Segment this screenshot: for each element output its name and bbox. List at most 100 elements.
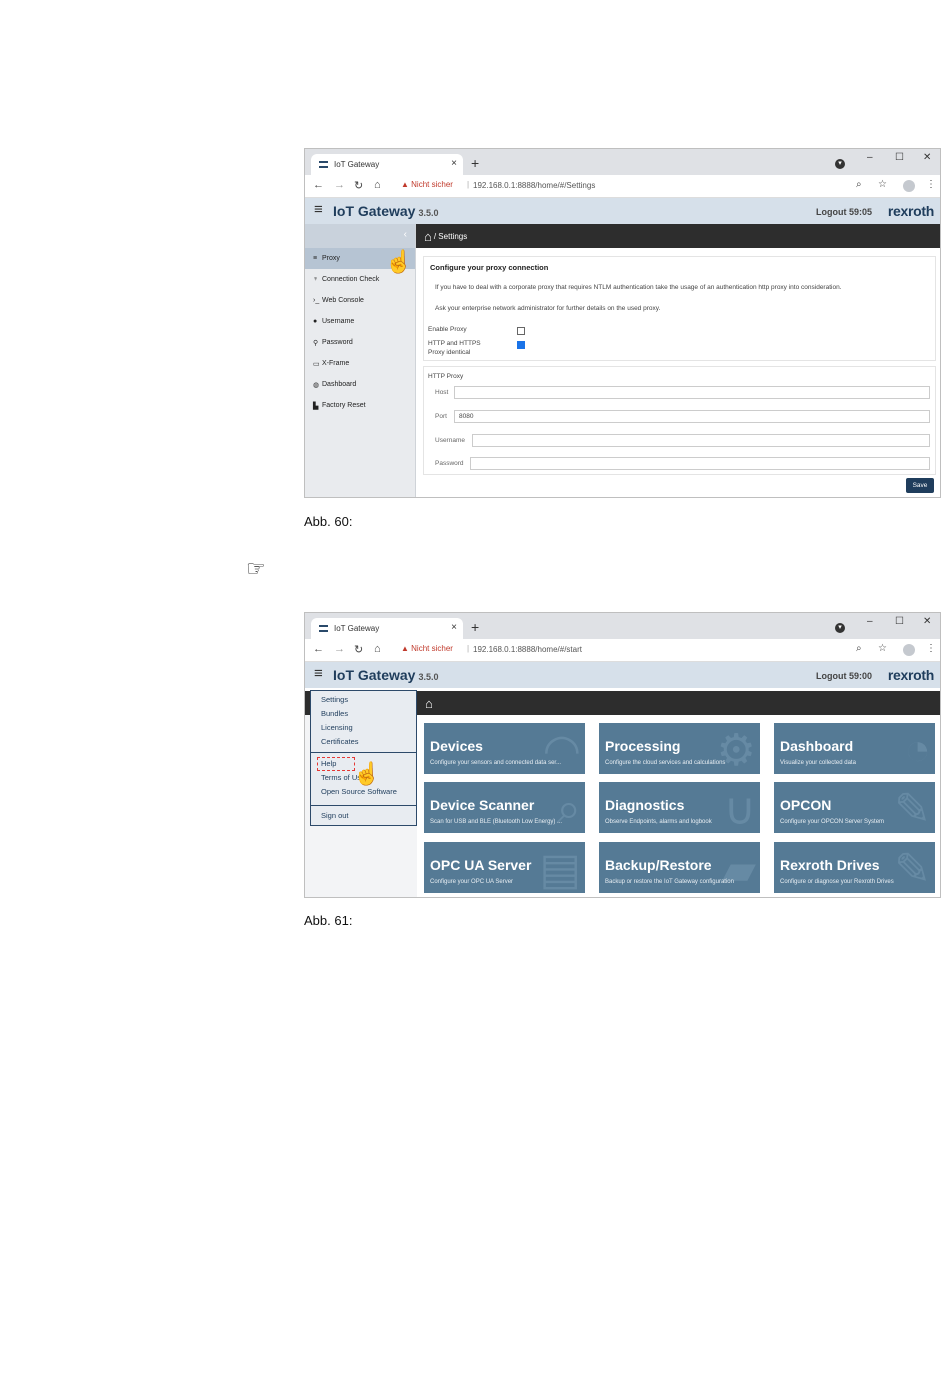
url-text[interactable]: 192.168.0.1:8888/home/#/start <box>473 645 582 654</box>
menu-item-sign-out[interactable]: Sign out <box>311 809 416 823</box>
profile-menu-icon[interactable]: ▾ <box>835 623 845 633</box>
reload-icon[interactable]: ↻ <box>354 643 363 656</box>
menu-item-help[interactable]: Help <box>317 757 355 771</box>
port-input[interactable]: 8080 <box>454 410 930 423</box>
sidebar-item-label: X-Frame <box>322 360 350 367</box>
breadcrumb: ⌂ / Settings <box>416 224 940 248</box>
minimize-icon[interactable]: – <box>867 616 873 627</box>
menu-item-certificates[interactable]: Certificates <box>311 735 416 749</box>
sidebar-item-password[interactable]: ⚲ Password <box>305 332 415 353</box>
hamburger-menu-icon[interactable]: ≡ <box>314 665 323 682</box>
home-icon[interactable]: ⌂ <box>374 643 381 655</box>
back-icon[interactable]: ← <box>313 643 324 655</box>
tile-description: Visualize your collected data <box>780 760 856 766</box>
password-input[interactable] <box>470 457 930 470</box>
main-menu-dropdown: Settings Bundles Licensing Certificates … <box>310 690 417 826</box>
tile-processing[interactable]: ⚙ Processing Configure the cloud services … <box>599 723 760 774</box>
sidebar-item-dashboard[interactable]: ◍ Dashboard <box>305 374 415 395</box>
app-version: 3.5.0 <box>418 672 439 682</box>
security-warning[interactable]: ▲ Nicht sicher <box>401 644 453 653</box>
back-icon[interactable]: ← <box>313 179 324 191</box>
sidebar-item-label: Proxy <box>322 255 340 262</box>
chevron-left-icon[interactable]: ‹ <box>404 229 407 240</box>
app-title: IoT Gateway 3.5.0 <box>333 203 439 219</box>
browser-tab-bar: IoT Gateway × + ▾ – ☐ ✕ <box>305 613 940 639</box>
enable-proxy-label: Enable Proxy <box>428 326 467 333</box>
window-close-icon[interactable]: ✕ <box>923 616 931 627</box>
menu-item-bundles[interactable]: Bundles <box>311 707 416 721</box>
maximize-icon[interactable]: ☐ <box>895 616 904 627</box>
tile-description: Configure the cloud services and calcula… <box>605 760 726 766</box>
tile-opc-ua-server[interactable]: ▤ OPC UA Server Configure your OPC UA Serv… <box>424 842 585 893</box>
panel-title: Configure your proxy connection <box>430 263 549 272</box>
sidebar-item-username[interactable]: ● Username <box>305 311 415 332</box>
bookmark-star-icon[interactable]: ☆ <box>878 643 887 654</box>
tile-title: Device Scanner <box>430 797 535 813</box>
account-icon[interactable] <box>903 180 915 192</box>
tile-opcon[interactable]: ✎ OPCON Configure your OPCON Server System <box>774 782 935 833</box>
sidebar-item-label: Username <box>322 318 355 325</box>
sidebar-collapse[interactable]: ‹ <box>305 224 415 248</box>
tile-diagnostics[interactable]: ∪ Diagnostics Observe Endpoints, alarms an… <box>599 782 760 833</box>
url-separator: | <box>467 180 470 189</box>
tab-close-icon[interactable]: × <box>451 158 457 169</box>
tile-device-scanner[interactable]: ⌕ Device Scanner Scan for USB and BLE (Blu… <box>424 782 585 833</box>
browser-tab-bar: IoT Gateway × + ▾ – ☐ ✕ <box>305 149 940 175</box>
tab-close-icon[interactable]: × <box>451 622 457 633</box>
new-tab-icon[interactable]: + <box>471 619 479 635</box>
zoom-icon[interactable]: ⌕ <box>856 179 862 190</box>
tile-rexroth-drives[interactable]: ✎ Rexroth Drives Configure or diagnose you… <box>774 842 935 893</box>
identical-proxy-checkbox[interactable] <box>517 341 525 349</box>
username-input[interactable] <box>472 434 930 447</box>
security-warning[interactable]: ▲ Nicht sicher <box>401 180 453 189</box>
username-label: Username <box>435 437 465 444</box>
menu-item-settings[interactable]: Settings <box>311 693 416 707</box>
figure-caption-61: Abb. 61: <box>304 913 353 928</box>
host-input[interactable] <box>454 386 930 399</box>
account-icon[interactable] <box>903 644 915 656</box>
gears-icon: ⚙ <box>716 726 756 774</box>
browser-menu-icon[interactable]: ⋮ <box>926 643 936 654</box>
browser-menu-icon[interactable]: ⋮ <box>926 179 936 190</box>
home-icon[interactable]: ⌂ <box>425 696 433 711</box>
bookmark-star-icon[interactable]: ☆ <box>878 179 887 190</box>
tile-dashboard[interactable]: ◔ Dashboard Visualize your collected data <box>774 723 935 774</box>
panel-description-2: Ask your enterprise network administrato… <box>435 305 661 312</box>
home-icon[interactable]: ⌂ <box>424 229 432 244</box>
sidebar-item-x-frame[interactable]: ▭ X-Frame <box>305 353 415 374</box>
forward-icon[interactable]: → <box>334 179 345 191</box>
app-version: 3.5.0 <box>418 208 439 218</box>
tile-title: Diagnostics <box>605 797 685 813</box>
security-warning-text: Nicht sicher <box>411 180 453 189</box>
url-text[interactable]: 192.168.0.1:8888/home/#/Settings <box>473 181 595 190</box>
menu-item-licensing[interactable]: Licensing <box>311 721 416 735</box>
zoom-icon[interactable]: ⌕ <box>856 643 862 654</box>
minimize-icon[interactable]: – <box>867 152 873 163</box>
window-close-icon[interactable]: ✕ <box>923 152 931 163</box>
tile-backup-restore[interactable]: ▰ Backup/Restore Backup or restore the IoT… <box>599 842 760 893</box>
address-bar: ← → ↻ ⌂ ▲ Nicht sicher | 192.168.0.1:888… <box>305 175 940 198</box>
tile-devices[interactable]: ◠ Devices Configure your sensors and conne… <box>424 723 585 774</box>
app-header: ≡ IoT Gateway 3.5.0 Logout 59:00 rexroth <box>305 662 940 688</box>
wrench-icon: ✎ <box>894 845 931 893</box>
maximize-icon[interactable]: ☐ <box>895 152 904 163</box>
menu-item-open-source[interactable]: Open Source Software <box>311 785 416 799</box>
forward-icon[interactable]: → <box>334 643 345 655</box>
profile-menu-icon[interactable]: ▾ <box>835 159 845 169</box>
enable-proxy-checkbox[interactable] <box>517 327 525 335</box>
home-icon[interactable]: ⌂ <box>374 179 381 191</box>
gauge-icon: ◍ <box>313 381 320 389</box>
sidebar-item-web-console[interactable]: ›_ Web Console <box>305 290 415 311</box>
save-button[interactable]: Save <box>906 478 934 493</box>
logout-timer[interactable]: Logout 59:00 <box>816 671 872 681</box>
hamburger-menu-icon[interactable]: ≡ <box>314 201 323 218</box>
sidebar-item-factory-reset[interactable]: ▙ Factory Reset <box>305 395 415 416</box>
new-tab-icon[interactable]: + <box>471 155 479 171</box>
browser-tab[interactable]: IoT Gateway × <box>311 154 463 175</box>
tile-title: Backup/Restore <box>605 857 712 873</box>
logout-timer[interactable]: Logout 59:05 <box>816 207 872 217</box>
browser-tab[interactable]: IoT Gateway × <box>311 618 463 639</box>
identical-label-2: Proxy identical <box>428 349 471 356</box>
tab-title: IoT Gateway <box>334 624 380 633</box>
reload-icon[interactable]: ↻ <box>354 179 363 192</box>
